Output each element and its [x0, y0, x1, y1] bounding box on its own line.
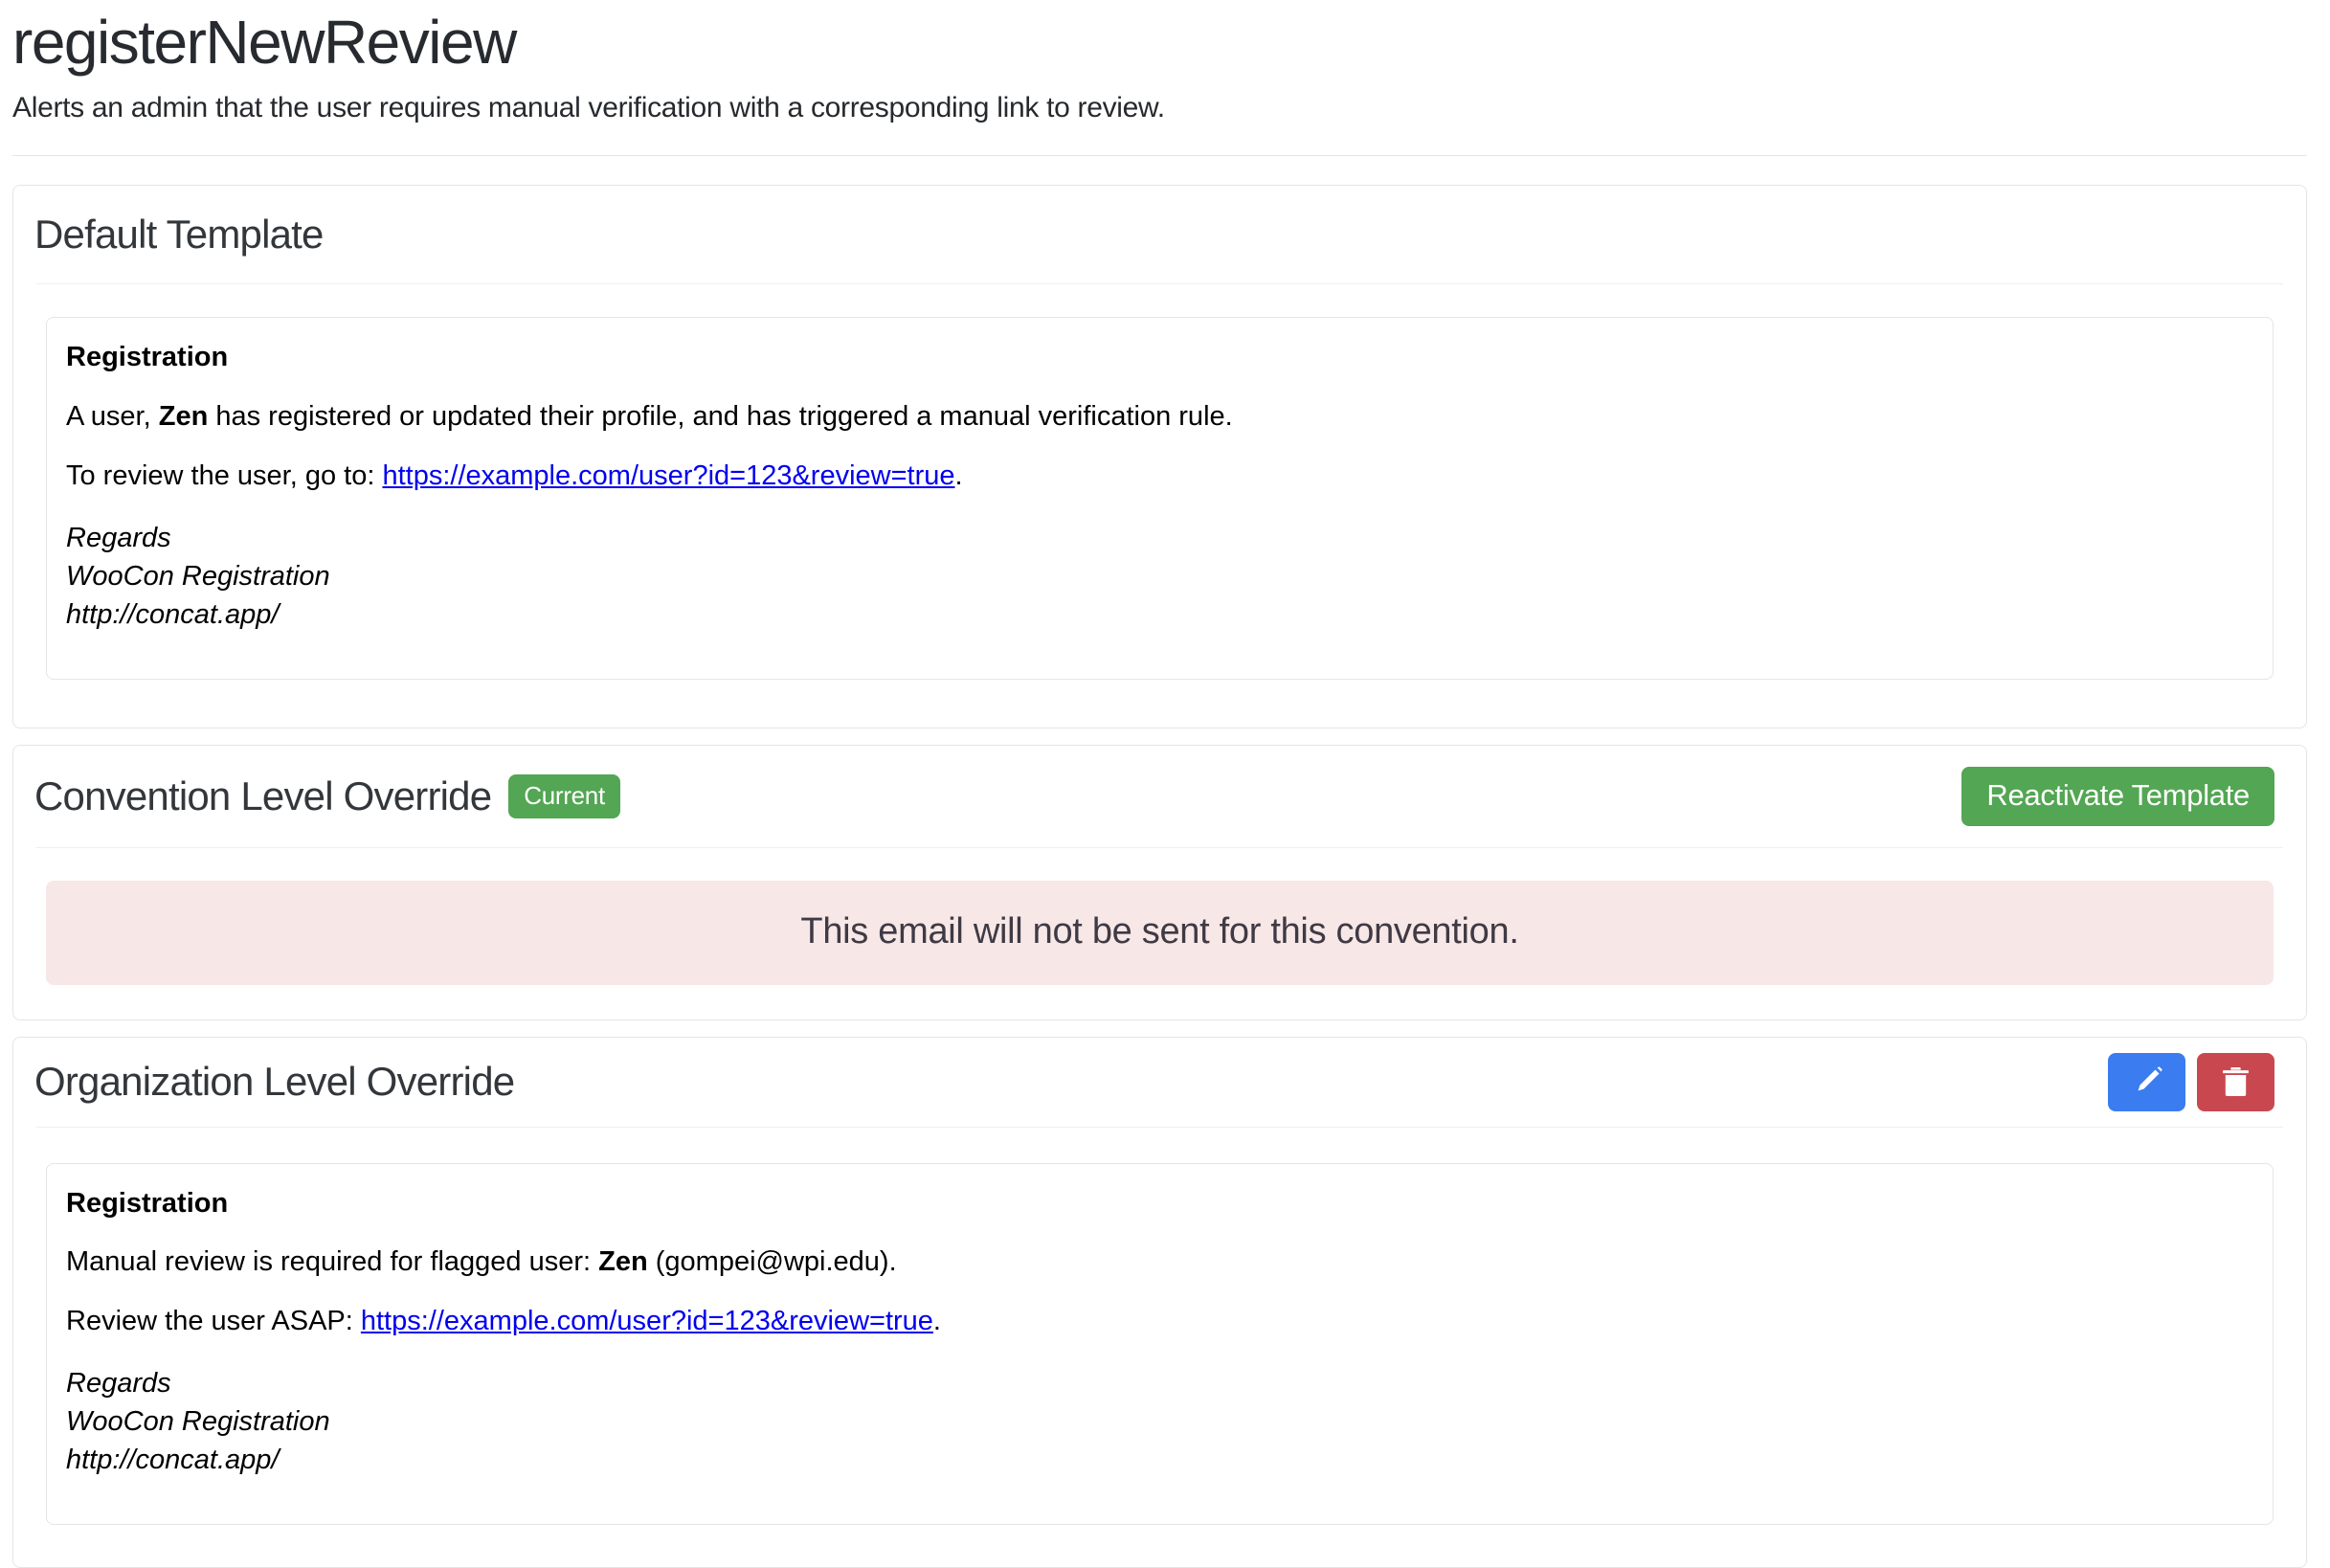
default-template-header: Default Template: [13, 186, 2306, 283]
default-template-title: Default Template: [34, 213, 324, 257]
email-review-prefix: Review the user ASAP:: [66, 1306, 361, 1336]
signature-line-2: WooCon Registration: [66, 1406, 330, 1437]
organization-override-title: Organization Level Override: [34, 1060, 514, 1104]
email-disabled-alert: This email will not be sent for this con…: [46, 881, 2274, 985]
organization-override-header: Organization Level Override: [13, 1038, 2306, 1127]
email-review-line: Review the user ASAP: https://example.co…: [66, 1305, 2253, 1338]
delete-button[interactable]: [2197, 1053, 2274, 1111]
convention-override-body: This email will not be sent for this con…: [13, 848, 2306, 1019]
email-body-suffix: (gompei@wpi.edu).: [648, 1246, 897, 1277]
email-body-prefix: A user,: [66, 401, 159, 432]
email-signature: Regards WooCon Registration http://concat.…: [66, 1364, 2253, 1479]
email-preview-organization: Registration Manual review is required f…: [46, 1163, 2274, 1525]
email-preview-default: Registration A user, Zen has registered …: [46, 317, 2274, 679]
card-default-template: Default Template Registration A user, Ze…: [12, 185, 2307, 728]
email-heading: Registration: [66, 341, 2253, 374]
review-link[interactable]: https://example.com/user?id=123&review=t…: [361, 1306, 933, 1336]
email-body-line: A user, Zen has registered or updated th…: [66, 400, 2253, 434]
email-body-suffix: has registered or updated their profile,…: [208, 401, 1232, 432]
status-badge-current: Current: [508, 774, 620, 818]
email-body-prefix: Manual review is required for flagged us…: [66, 1246, 598, 1277]
signature-line-3: http://concat.app/: [66, 1445, 279, 1475]
email-body-line: Manual review is required for flagged us…: [66, 1245, 2253, 1279]
email-signature: Regards WooCon Registration http://concat.…: [66, 519, 2253, 634]
convention-override-header: Convention Level Override Current Reacti…: [13, 746, 2306, 847]
email-review-prefix: To review the user, go to:: [66, 460, 382, 491]
convention-override-title: Convention Level Override: [34, 774, 491, 818]
email-heading: Registration: [66, 1187, 2253, 1221]
reactivate-template-button[interactable]: Reactivate Template: [1961, 767, 2274, 826]
signature-line-1: Regards: [66, 1368, 171, 1399]
email-review-suffix: .: [933, 1306, 941, 1336]
email-review-line: To review the user, go to: https://examp…: [66, 459, 2253, 493]
email-user-name: Zen: [598, 1246, 648, 1277]
card-convention-override: Convention Level Override Current Reacti…: [12, 745, 2307, 1020]
page-container: registerNewReview Alerts an admin that t…: [0, 0, 2330, 1568]
signature-line-1: Regards: [66, 523, 171, 553]
page-divider: [12, 155, 2307, 156]
trash-icon: [2220, 1066, 2252, 1098]
card-organization-override: Organization Level Override: [12, 1037, 2307, 1568]
organization-override-body: Registration Manual review is required f…: [13, 1128, 2306, 1567]
pencil-icon: [2131, 1066, 2162, 1098]
edit-button[interactable]: [2108, 1053, 2185, 1111]
signature-line-2: WooCon Registration: [66, 561, 330, 592]
review-link[interactable]: https://example.com/user?id=123&review=t…: [382, 460, 954, 491]
email-user-name: Zen: [159, 401, 209, 432]
default-template-body: Registration A user, Zen has registered …: [13, 284, 2306, 727]
email-review-suffix: .: [955, 460, 963, 491]
page-title: registerNewReview: [12, 11, 2307, 73]
page-description: Alerts an admin that the user requires m…: [12, 92, 2307, 124]
signature-line-3: http://concat.app/: [66, 599, 279, 630]
